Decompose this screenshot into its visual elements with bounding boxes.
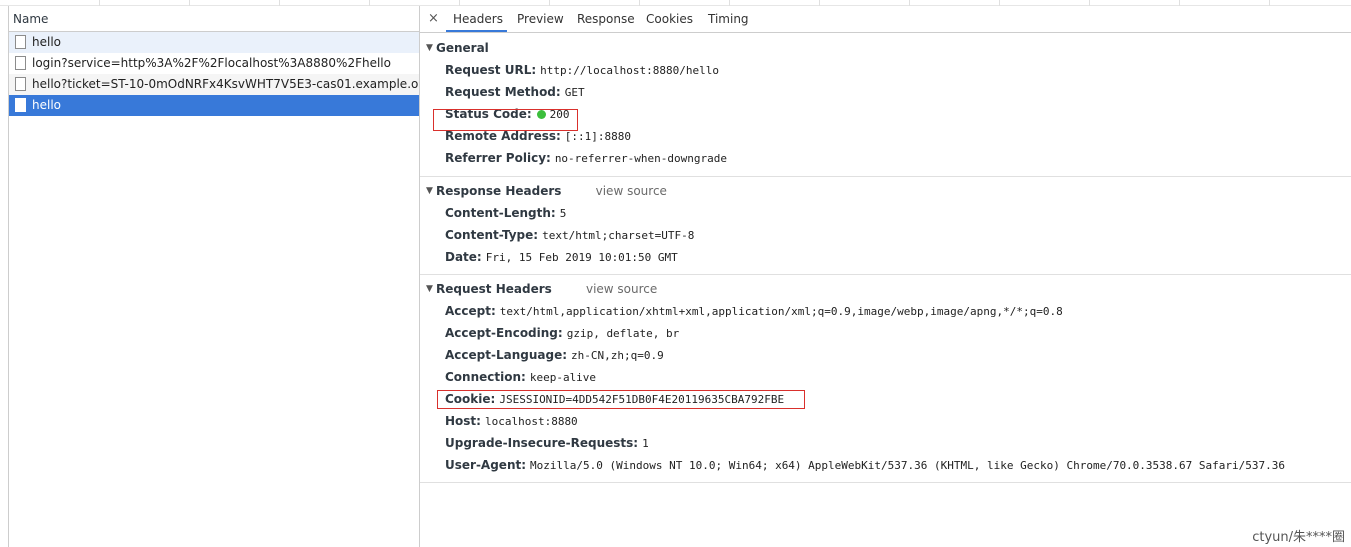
header-row: Accept-Encoding: gzip, deflate, br [420,322,1351,344]
status-code-row: Status Code: 200 [420,103,1351,125]
header-row: Referrer Policy: no-referrer-when-downgra… [420,147,1351,169]
document-icon [15,77,26,91]
request-row[interactable]: hello [9,32,419,53]
general-section-header[interactable]: ▼ General [420,37,1351,59]
header-value: GET [564,86,585,99]
document-icon [15,56,26,70]
document-icon [15,98,26,112]
header-row: Accept-Language: zh-CN,zh;q=0.9 [420,344,1351,366]
watermark-text: ctyun/朱****圈 [1252,530,1345,545]
cookie-row: Cookie: JSESSIONID=4DD542F51DB0F4E2011963… [420,388,1351,410]
header-row: Host: localhost:8880 [420,410,1351,432]
status-ok-icon [536,110,546,119]
tab-headers[interactable]: Headers [453,12,503,26]
header-key: Cookie: [445,392,496,406]
header-value: gzip, deflate, br [566,327,680,340]
request-row-selected[interactable]: hello [9,95,419,116]
header-value: Mozilla/5.0 (Windows NT 10.0; Win64; x64… [530,459,1286,472]
header-key: Status Code: [445,107,532,121]
header-key: Connection: [445,370,526,384]
header-value: Fri, 15 Feb 2019 10:01:50 GMT [485,251,678,264]
header-value: zh-CN,zh;q=0.9 [571,349,664,362]
collapse-triangle-icon: ▼ [426,284,433,294]
collapse-triangle-icon: ▼ [426,43,433,53]
tab-cookies[interactable]: Cookies [646,12,693,26]
header-row: Request URL: http://localhost:8880/hello [420,59,1351,81]
name-column-header[interactable]: Name [9,6,419,32]
request-name: hello [32,98,61,112]
status-code-value: 200 [549,108,570,121]
request-name: hello?ticket=ST-10-0mOdNRFx4KsvWHT7V5E3-… [32,77,419,91]
header-value: keep-alive [529,371,597,384]
header-key: Content-Type: [445,228,539,242]
header-row: Date: Fri, 15 Feb 2019 10:01:50 GMT [420,246,1351,268]
active-tab-indicator [446,30,507,32]
header-row: Accept: text/html,application/xhtml+xml,a… [420,300,1351,322]
header-key: User-Agent: [445,458,527,472]
close-icon[interactable]: × [428,11,439,26]
tab-response[interactable]: Response [577,12,635,26]
header-row: Remote Address: [::1]:8880 [420,125,1351,147]
header-key: Request URL: [445,63,537,77]
header-value: no-referrer-when-downgrade [554,152,727,165]
request-headers-section: ▼ Request Headers view source Accept: tex… [420,275,1351,483]
header-key: Remote Address: [445,129,561,143]
header-value: http://localhost:8880/hello [540,64,719,77]
header-row: Content-Length: 5 [420,202,1351,224]
header-value: 5 [559,207,567,220]
header-row: Request Method: GET [420,81,1351,103]
header-key: Upgrade-Insecure-Requests: [445,436,639,450]
header-value: [::1]:8880 [564,130,632,143]
header-key: Accept-Language: [445,348,568,362]
request-row[interactable]: hello?ticket=ST-10-0mOdNRFx4KsvWHT7V5E3-… [9,74,419,95]
details-panel: × Headers Preview Response Cookies Timin… [420,6,1351,547]
request-row[interactable]: login?service=http%3A%2F%2Flocalhost%3A8… [9,53,419,74]
response-headers-section-header[interactable]: ▼ Response Headers view source [420,180,1351,202]
requests-panel: Name hello login?service=http%3A%2F%2Flo… [8,6,420,547]
cookie-value: JSESSIONID=4DD542F51DB0F4E20119635CBA792… [499,393,785,406]
request-headers-title: Request Headers [436,282,552,296]
request-name: hello [32,35,61,49]
header-key: Referrer Policy: [445,151,551,165]
header-key: Accept: [445,304,496,318]
header-value: 1 [642,437,649,450]
header-value: localhost:8880 [484,415,578,428]
header-row: Content-Type: text/html;charset=UTF-8 [420,224,1351,246]
general-title: General [436,41,489,55]
request-headers-section-header[interactable]: ▼ Request Headers view source [420,278,1351,300]
name-column-label: Name [13,12,49,26]
header-row: Connection: keep-alive [420,366,1351,388]
details-tab-bar: × Headers Preview Response Cookies Timin… [420,6,1351,33]
tab-timing[interactable]: Timing [708,12,749,26]
tab-preview[interactable]: Preview [517,12,564,26]
document-icon [15,35,26,49]
general-section: ▼ General Request URL: http://localhost:8… [420,33,1351,177]
header-row: User-Agent: Mozilla/5.0 (Windows NT 10.0;… [420,454,1351,476]
header-row: Upgrade-Insecure-Requests: 1 [420,432,1351,454]
header-key: Host: [445,414,481,428]
header-key: Accept-Encoding: [445,326,563,340]
header-value: text/html,application/xhtml+xml,applicat… [499,305,1063,318]
view-source-link[interactable]: view source [586,282,657,296]
header-key: Date: [445,250,482,264]
collapse-triangle-icon: ▼ [426,186,433,196]
response-headers-section: ▼ Response Headers view source Content-L… [420,177,1351,275]
response-headers-title: Response Headers [436,184,562,198]
header-key: Request Method: [445,85,561,99]
header-value: text/html;charset=UTF-8 [542,229,695,242]
header-key: Content-Length: [445,206,556,220]
request-name: login?service=http%3A%2F%2Flocalhost%3A8… [32,56,391,70]
view-source-link[interactable]: view source [596,184,667,198]
